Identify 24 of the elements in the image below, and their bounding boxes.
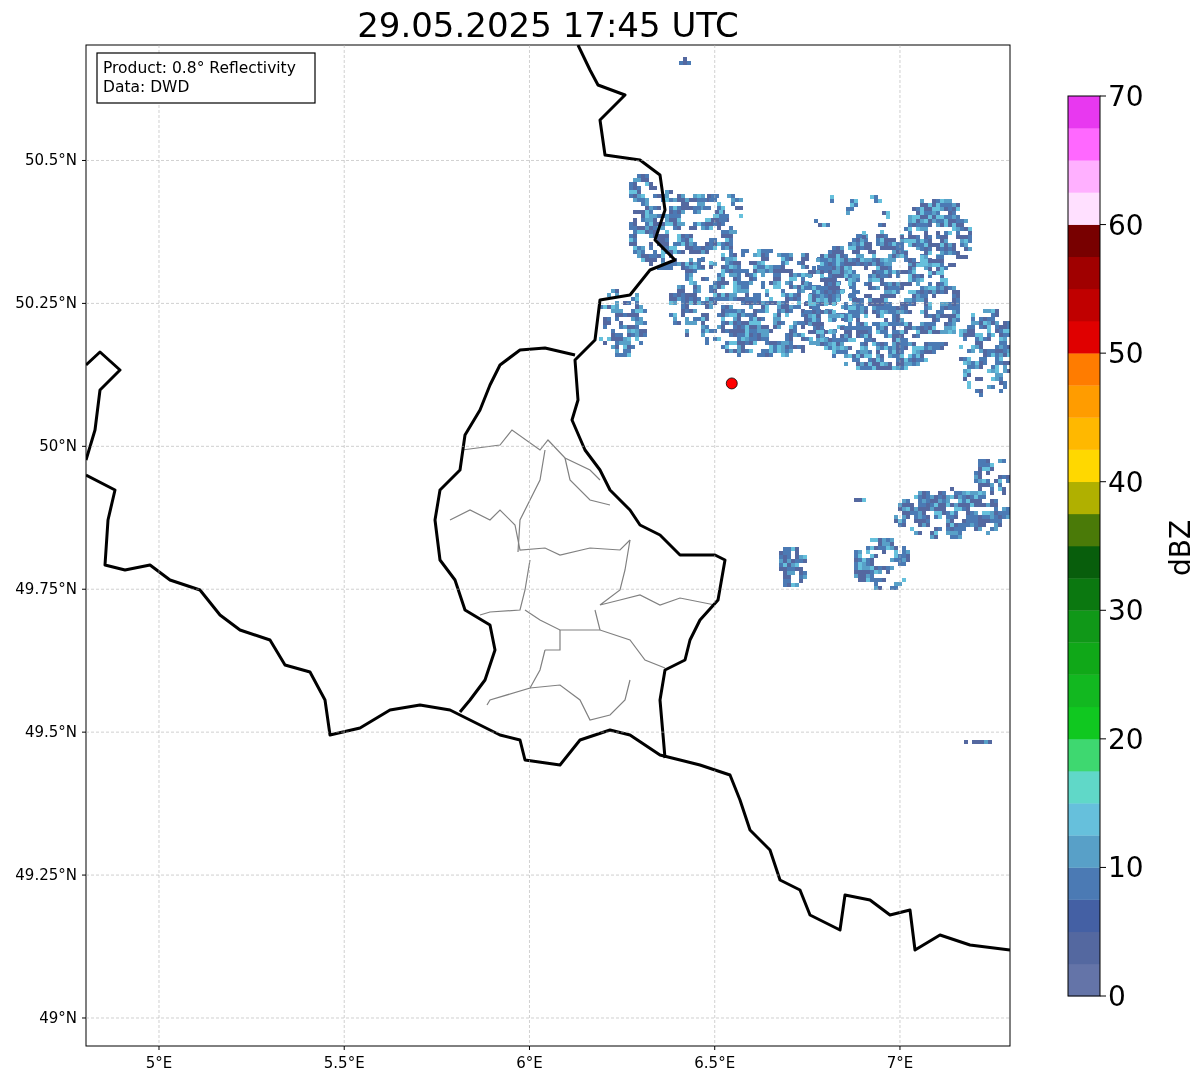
colorbar-tick-label: 10: [1108, 851, 1144, 885]
colorbar-tick-label: 20: [1108, 722, 1144, 756]
axis-tick-label: 49.75°N: [15, 580, 77, 599]
chart-title: 29.05.2025 17:45 UTC: [357, 5, 739, 45]
axis-tick-label: 7°E: [886, 1054, 914, 1072]
info-text: Data: DWD: [103, 78, 190, 96]
colorbar-tick-label: 40: [1108, 465, 1144, 499]
colorbar-tick-label: 50: [1108, 337, 1144, 371]
info-text: Product: 0.8° Reflectivity: [103, 59, 296, 77]
axis-tick-label: 49°N: [39, 1009, 77, 1027]
axis-tick-label: 6.5°E: [694, 1054, 736, 1072]
colorbar-tick-label: 70: [1108, 80, 1144, 113]
axis-tick-label: 5°E: [145, 1054, 173, 1072]
colorbar-tick-label: 0: [1108, 980, 1126, 1013]
axis-tick-label: 5.5°E: [323, 1054, 365, 1072]
axis-tick-label: 6°E: [516, 1054, 543, 1072]
colorbar-tick-label: 30: [1108, 594, 1144, 628]
axis-tick-label: 50°N: [39, 437, 77, 456]
axis-tick-label: 50.25°N: [15, 294, 77, 313]
axis-tick-label: 49.25°N: [15, 866, 77, 885]
colorbar-tick-label: 60: [1108, 208, 1144, 242]
axis-tick-label: 49.5°N: [24, 723, 77, 742]
colorbar-label: dBZ: [1164, 519, 1197, 577]
axis-tick-label: 50.5°N: [24, 151, 77, 170]
